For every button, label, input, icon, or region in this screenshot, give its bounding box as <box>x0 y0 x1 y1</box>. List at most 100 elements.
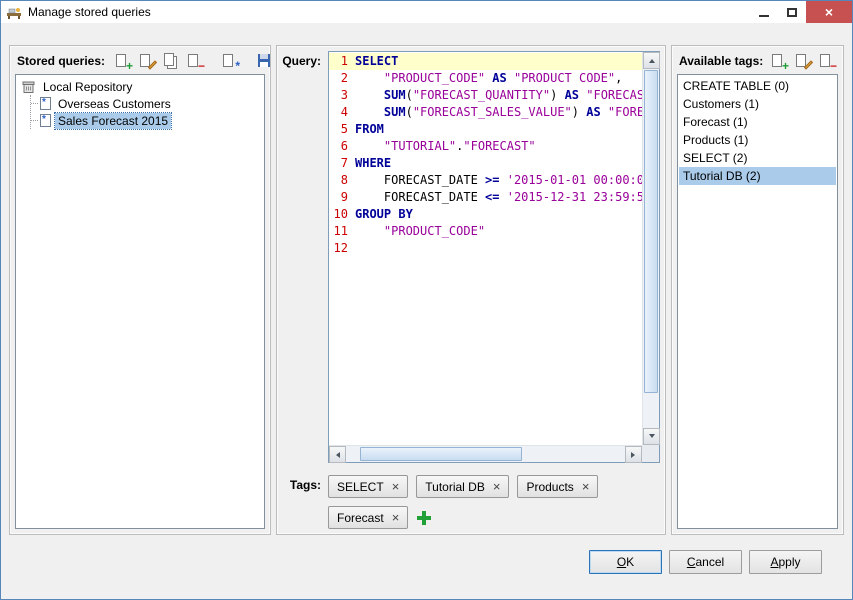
tree-root-item[interactable]: Local Repository <box>18 78 262 95</box>
query-doc-icon <box>40 114 51 127</box>
close-button[interactable]: × <box>806 1 852 23</box>
line-number: 5 <box>329 121 355 138</box>
stored-queries-panel: Stored queries: + −* Local Repository Ove… <box>9 45 271 535</box>
line-number: 4 <box>329 104 355 121</box>
titlebar: Manage stored queries × <box>1 1 852 23</box>
arrow-left-icon <box>333 452 340 458</box>
query-label: Query: <box>282 51 328 463</box>
scroll-right-button[interactable] <box>625 446 642 463</box>
close-icon: × <box>825 4 833 20</box>
stored-queries-header: Stored queries: + −* <box>17 51 265 71</box>
code-line[interactable]: 7WHERE <box>329 155 642 172</box>
ok-button[interactable]: OK <box>589 550 662 574</box>
scrollbar-corner <box>642 445 659 462</box>
remove-tag-icon[interactable]: × <box>493 480 501 493</box>
edit-tag-icon[interactable] <box>793 52 812 70</box>
code-line[interactable]: 10GROUP BY <box>329 206 642 223</box>
horizontal-scroll-track[interactable] <box>346 446 625 462</box>
maximize-icon <box>787 8 797 17</box>
dialog-content: Stored queries: +−* Local Repository Ove… <box>9 45 844 535</box>
code-line[interactable]: 1SELECT <box>329 53 642 70</box>
delete-query-icon[interactable]: − <box>185 52 204 70</box>
tag-chip[interactable]: Forecast × <box>328 506 408 529</box>
manage-stored-queries-dialog: { "window": { "title": "Manage stored qu… <box>0 0 853 600</box>
line-number: 9 <box>329 189 355 206</box>
available-tags-header: Available tags: +− <box>679 51 838 71</box>
remove-tag-icon[interactable]: × <box>392 511 400 524</box>
code-line[interactable]: 4 SUM("FORECAST_SALES_VALUE") AS "FORECA… <box>329 104 642 121</box>
sql-editor[interactable]: 1SELECT2 "PRODUCT_CODE" AS "PRODUCT CODE… <box>328 51 660 463</box>
line-number: 6 <box>329 138 355 155</box>
app-icon <box>6 4 22 20</box>
remove-tag-icon[interactable]: × <box>392 480 400 493</box>
tags-row: Tags: SELECT×Tutorial DB×Products×Foreca… <box>282 475 660 529</box>
horizontal-scrollbar[interactable] <box>329 445 642 462</box>
line-number: 11 <box>329 223 355 240</box>
code-line[interactable]: 3 SUM("FORECAST_QUANTITY") AS "FORECAST_… <box>329 87 642 104</box>
apply-button[interactable]: Apply <box>749 550 822 574</box>
maximize-button[interactable] <box>778 1 806 23</box>
available-tag-item[interactable]: Customers (1) <box>679 95 836 113</box>
line-number: 1 <box>329 53 355 70</box>
delete-tag-icon[interactable]: − <box>817 52 836 70</box>
minimize-icon <box>759 15 769 17</box>
arrow-up-icon <box>649 56 655 63</box>
new-query-from-editor-icon[interactable]: * <box>220 52 239 70</box>
cancel-button[interactable]: Cancel <box>669 550 742 574</box>
tag-chip-label: Forecast <box>337 511 384 525</box>
available-tag-item[interactable]: Products (1) <box>679 131 836 149</box>
code-line[interactable]: 2 "PRODUCT_CODE" AS "PRODUCT CODE", <box>329 70 642 87</box>
tag-chip[interactable]: Products × <box>517 475 598 498</box>
minimize-button[interactable] <box>750 1 778 23</box>
vertical-scroll-track[interactable] <box>643 69 659 428</box>
code-line[interactable]: 8 FORECAST_DATE >= '2015-01-01 00:00:00' <box>329 172 642 189</box>
available-tag-item[interactable]: CREATE TABLE (0) <box>679 77 836 95</box>
tag-chip[interactable]: SELECT × <box>328 475 408 498</box>
scroll-left-button[interactable] <box>329 446 346 463</box>
horizontal-scroll-thumb[interactable] <box>360 447 522 461</box>
tag-chip-label: SELECT <box>337 480 384 494</box>
query-doc-icon <box>40 97 51 110</box>
code-line[interactable]: 11 "PRODUCT_CODE" <box>329 223 642 240</box>
line-number: 3 <box>329 87 355 104</box>
available-tags-toolbar: +− <box>769 52 836 70</box>
window-title: Manage stored queries <box>28 5 151 19</box>
tag-chip-label: Products <box>526 480 573 494</box>
tree-item-label: Sales Forecast 2015 <box>55 113 171 129</box>
code-line[interactable]: 6 "TUTORIAL"."FORECAST" <box>329 138 642 155</box>
tag-chip[interactable]: Tutorial DB × <box>416 475 509 498</box>
available-tag-item[interactable]: SELECT (2) <box>679 149 836 167</box>
stored-queries-label: Stored queries: <box>17 54 105 68</box>
arrow-right-icon <box>631 452 638 458</box>
line-number: 8 <box>329 172 355 189</box>
query-panel: Query: 1SELECT2 "PRODUCT_CODE" AS "PRODU… <box>276 45 666 535</box>
tree-item[interactable]: Sales Forecast 2015 <box>31 112 262 129</box>
copy-query-icon[interactable] <box>161 52 180 70</box>
available-tag-item[interactable]: Tutorial DB (2) <box>679 167 836 185</box>
add-tag-button[interactable] <box>416 510 432 526</box>
sql-code-area[interactable]: 1SELECT2 "PRODUCT_CODE" AS "PRODUCT CODE… <box>329 52 642 445</box>
code-line[interactable]: 5FROM <box>329 121 642 138</box>
available-tags-panel: Available tags: +− CREATE TABLE (0)Custo… <box>671 45 844 535</box>
stored-queries-tree: Local Repository Overseas CustomersSales… <box>15 74 265 529</box>
arrow-down-icon <box>649 434 655 441</box>
add-tag-icon[interactable]: + <box>769 52 788 70</box>
remove-tag-icon[interactable]: × <box>582 480 590 493</box>
tree-root-label: Local Repository <box>40 79 135 95</box>
line-number: 2 <box>329 70 355 87</box>
vertical-scrollbar[interactable] <box>642 52 659 445</box>
tag-chip-label: Tutorial DB <box>425 480 485 494</box>
add-query-icon[interactable]: + <box>113 52 132 70</box>
scroll-down-button[interactable] <box>643 428 660 445</box>
available-tag-item[interactable]: Forecast (1) <box>679 113 836 131</box>
code-line[interactable]: 9 FORECAST_DATE <= '2015-12-31 23:59:59' <box>329 189 642 206</box>
tree-item[interactable]: Overseas Customers <box>31 95 262 112</box>
code-line[interactable]: 12 <box>329 240 642 257</box>
dialog-buttons: OK Cancel Apply <box>589 550 822 574</box>
tree-item-label: Overseas Customers <box>55 96 174 112</box>
save-queries-icon[interactable] <box>255 52 274 70</box>
edit-query-icon[interactable] <box>137 52 156 70</box>
vertical-scroll-thumb[interactable] <box>644 70 658 393</box>
available-tags-list: CREATE TABLE (0)Customers (1)Forecast (1… <box>677 74 838 529</box>
scroll-up-button[interactable] <box>643 52 660 69</box>
